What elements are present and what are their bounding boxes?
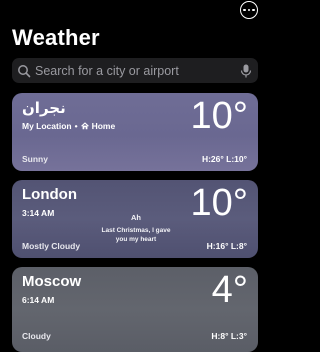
weather-condition: Cloudy (22, 331, 51, 341)
location-label: My Location (22, 121, 72, 131)
search-icon (18, 64, 31, 77)
page-title: Weather (12, 25, 100, 50)
city-name: London (22, 186, 77, 203)
lyrics-overlay: Ah Last Christmas, I gave you my heart (86, 213, 186, 244)
separator-dot: • (74, 121, 78, 131)
microphone-icon[interactable] (240, 64, 252, 78)
high-low-temperature: H:16° L:8° (206, 241, 247, 251)
lyrics-title: Ah (131, 213, 141, 222)
weather-card-moscow[interactable]: Moscow 6:14 AM 4° Cloudy H:8° L:3° (12, 267, 258, 352)
weather-card-london[interactable]: London 3:14 AM 10° Ah Last Christmas, I … (12, 180, 258, 258)
lyrics-line: you my heart (115, 236, 157, 243)
weather-condition: Mostly Cloudy (22, 241, 81, 251)
more-options-button[interactable] (240, 1, 258, 19)
search-input[interactable] (31, 63, 240, 78)
current-temperature: 4° (211, 269, 248, 311)
weather-card-my-location[interactable]: نجران My Location • Home 10° Sunny H:26°… (12, 93, 258, 171)
more-options-icon-dot (252, 8, 255, 12)
more-options-icon-dot (247, 8, 251, 12)
search-bar[interactable] (12, 58, 258, 83)
home-icon (80, 122, 89, 130)
high-low-temperature: H:8° L:3° (211, 331, 247, 341)
city-name: نجران (22, 100, 66, 117)
more-options-icon (243, 8, 246, 12)
local-time: 3:14 AM (22, 208, 55, 218)
city-name: Moscow (22, 273, 82, 290)
current-temperature: 10° (190, 95, 248, 137)
location-subtitle: My Location • Home (22, 121, 115, 131)
current-temperature: 10° (190, 182, 248, 224)
local-time: 6:14 AM (22, 295, 55, 305)
high-low-temperature: H:26° L:10° (201, 154, 247, 164)
lyrics-line: Last Christmas, I gave (101, 227, 171, 234)
home-label: Home (91, 121, 116, 131)
weather-condition: Sunny (22, 154, 48, 164)
